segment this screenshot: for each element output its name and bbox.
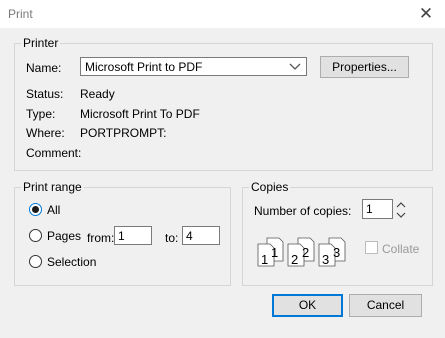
printer-name-label: Name:	[26, 61, 62, 75]
pages-radio[interactable]	[29, 229, 42, 242]
cancel-button[interactable]: Cancel	[349, 294, 422, 317]
collate-page-number: 1	[261, 252, 268, 267]
copies-legend: Copies	[251, 180, 289, 194]
window-title: Print	[8, 7, 33, 21]
selection-label[interactable]: Selection	[47, 255, 96, 269]
collate-label[interactable]: Collate	[382, 242, 419, 256]
all-radio[interactable]	[29, 203, 42, 216]
comment-label: Comment:	[26, 146, 82, 160]
title-bar	[0, 0, 445, 28]
printer-legend: Printer	[23, 36, 59, 50]
type-value: Microsoft Print To PDF	[80, 107, 200, 121]
properties-button[interactable]: Properties...	[320, 56, 409, 78]
from-input[interactable]: 1	[114, 226, 152, 245]
status-label: Status:	[26, 87, 64, 101]
type-label: Type:	[26, 107, 56, 121]
selection-radio[interactable]	[29, 255, 42, 268]
collate-pages-icon: 1 1 2 2 3 3	[257, 237, 346, 267]
where-label: Where:	[26, 126, 65, 140]
print-range-legend: Print range	[23, 180, 82, 194]
collate-page-number: 2	[291, 252, 298, 267]
chevron-down-icon	[289, 63, 301, 70]
printer-name-dropdown[interactable]: Microsoft Print to PDF	[80, 57, 307, 76]
pages-label[interactable]: Pages	[47, 229, 81, 243]
close-icon[interactable]: ✕	[416, 4, 436, 24]
where-value: PORTPROMPT:	[80, 126, 167, 140]
from-label: from:	[87, 231, 115, 245]
copies-group: Copies	[242, 180, 433, 286]
collate-checkbox[interactable]	[365, 241, 378, 254]
ok-button[interactable]: OK	[272, 294, 343, 317]
to-input[interactable]: 4	[182, 226, 220, 245]
collate-page-number: 3	[333, 245, 340, 260]
number-of-copies-input[interactable]: 1	[362, 199, 393, 219]
number-of-copies-label: Number of copies:	[254, 204, 352, 218]
collate-page-number: 2	[302, 245, 309, 260]
printer-name-value: Microsoft Print to PDF	[85, 60, 203, 74]
to-label: to:	[165, 231, 179, 245]
spin-arrows-icon[interactable]	[396, 200, 406, 220]
all-label[interactable]: All	[47, 203, 60, 217]
collate-page-number: 3	[322, 252, 329, 267]
status-value: Ready	[80, 87, 115, 101]
collate-page-number: 1	[271, 245, 278, 260]
